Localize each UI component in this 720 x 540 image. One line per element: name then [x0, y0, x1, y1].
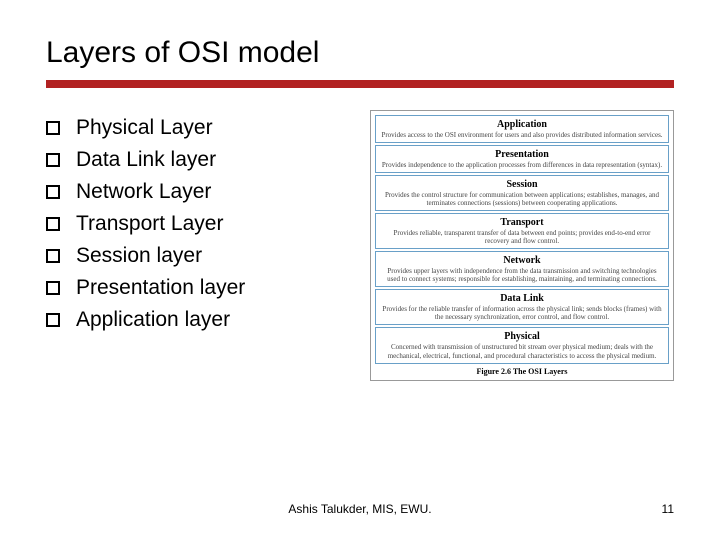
list-item: Data Link layer — [46, 148, 346, 172]
bullet-text: Network Layer — [76, 180, 211, 204]
diagram-row: Application Provides access to the OSI e… — [375, 115, 669, 143]
bullet-icon — [46, 185, 60, 199]
footer-author: Ashis Talukder, MIS, EWU. — [0, 502, 720, 516]
slide: Layers of OSI model Physical Layer Data … — [0, 0, 720, 540]
list-item: Physical Layer — [46, 116, 346, 140]
bullet-icon — [46, 121, 60, 135]
diagram-row-title: Presentation — [381, 149, 663, 160]
list-item: Application layer — [46, 308, 346, 332]
bullet-icon — [46, 249, 60, 263]
bullet-icon — [46, 313, 60, 327]
diagram-row-desc: Provides independence to the application… — [381, 161, 663, 169]
bullet-list: Physical Layer Data Link layer Network L… — [46, 110, 346, 381]
footer: Ashis Talukder, MIS, EWU. 11 — [0, 502, 720, 516]
diagram-row-title: Data Link — [381, 293, 663, 304]
list-item: Transport Layer — [46, 212, 346, 236]
diagram-row: Presentation Provides independence to th… — [375, 145, 669, 173]
diagram-row-desc: Provides reliable, transparent transfer … — [381, 229, 663, 245]
diagram-row: Transport Provides reliable, transparent… — [375, 213, 669, 249]
diagram-row: Session Provides the control structure f… — [375, 175, 669, 211]
bullet-text: Physical Layer — [76, 116, 213, 140]
diagram-row-title: Session — [381, 179, 663, 190]
diagram-row-desc: Concerned with transmission of unstructu… — [381, 343, 663, 359]
page-number: 11 — [662, 502, 674, 516]
diagram-row: Data Link Provides for the reliable tran… — [375, 289, 669, 325]
list-item: Presentation layer — [46, 276, 346, 300]
content-row: Physical Layer Data Link layer Network L… — [46, 110, 674, 381]
bullet-text: Transport Layer — [76, 212, 223, 236]
bullet-text: Session layer — [76, 244, 202, 268]
diagram-row: Network Provides upper layers with indep… — [375, 251, 669, 287]
diagram-row-title: Network — [381, 255, 663, 266]
bullet-icon — [46, 281, 60, 295]
diagram-caption: Figure 2.6 The OSI Layers — [375, 367, 669, 376]
bullet-text: Presentation layer — [76, 276, 245, 300]
title-rule — [46, 80, 674, 88]
bullet-text: Application layer — [76, 308, 230, 332]
diagram-row-desc: Provides the control structure for commu… — [381, 191, 663, 207]
slide-title: Layers of OSI model — [46, 36, 674, 70]
diagram-row: Physical Concerned with transmission of … — [375, 327, 669, 363]
diagram-row-title: Transport — [381, 217, 663, 228]
bullet-icon — [46, 217, 60, 231]
bullet-text: Data Link layer — [76, 148, 216, 172]
osi-diagram: Application Provides access to the OSI e… — [370, 110, 674, 381]
diagram-row-desc: Provides upper layers with independence … — [381, 267, 663, 283]
list-item: Session layer — [46, 244, 346, 268]
diagram-row-title: Physical — [381, 331, 663, 342]
diagram-row-desc: Provides access to the OSI environment f… — [381, 131, 663, 139]
diagram-row-desc: Provides for the reliable transfer of in… — [381, 305, 663, 321]
bullet-icon — [46, 153, 60, 167]
diagram-row-title: Application — [381, 119, 663, 130]
list-item: Network Layer — [46, 180, 346, 204]
